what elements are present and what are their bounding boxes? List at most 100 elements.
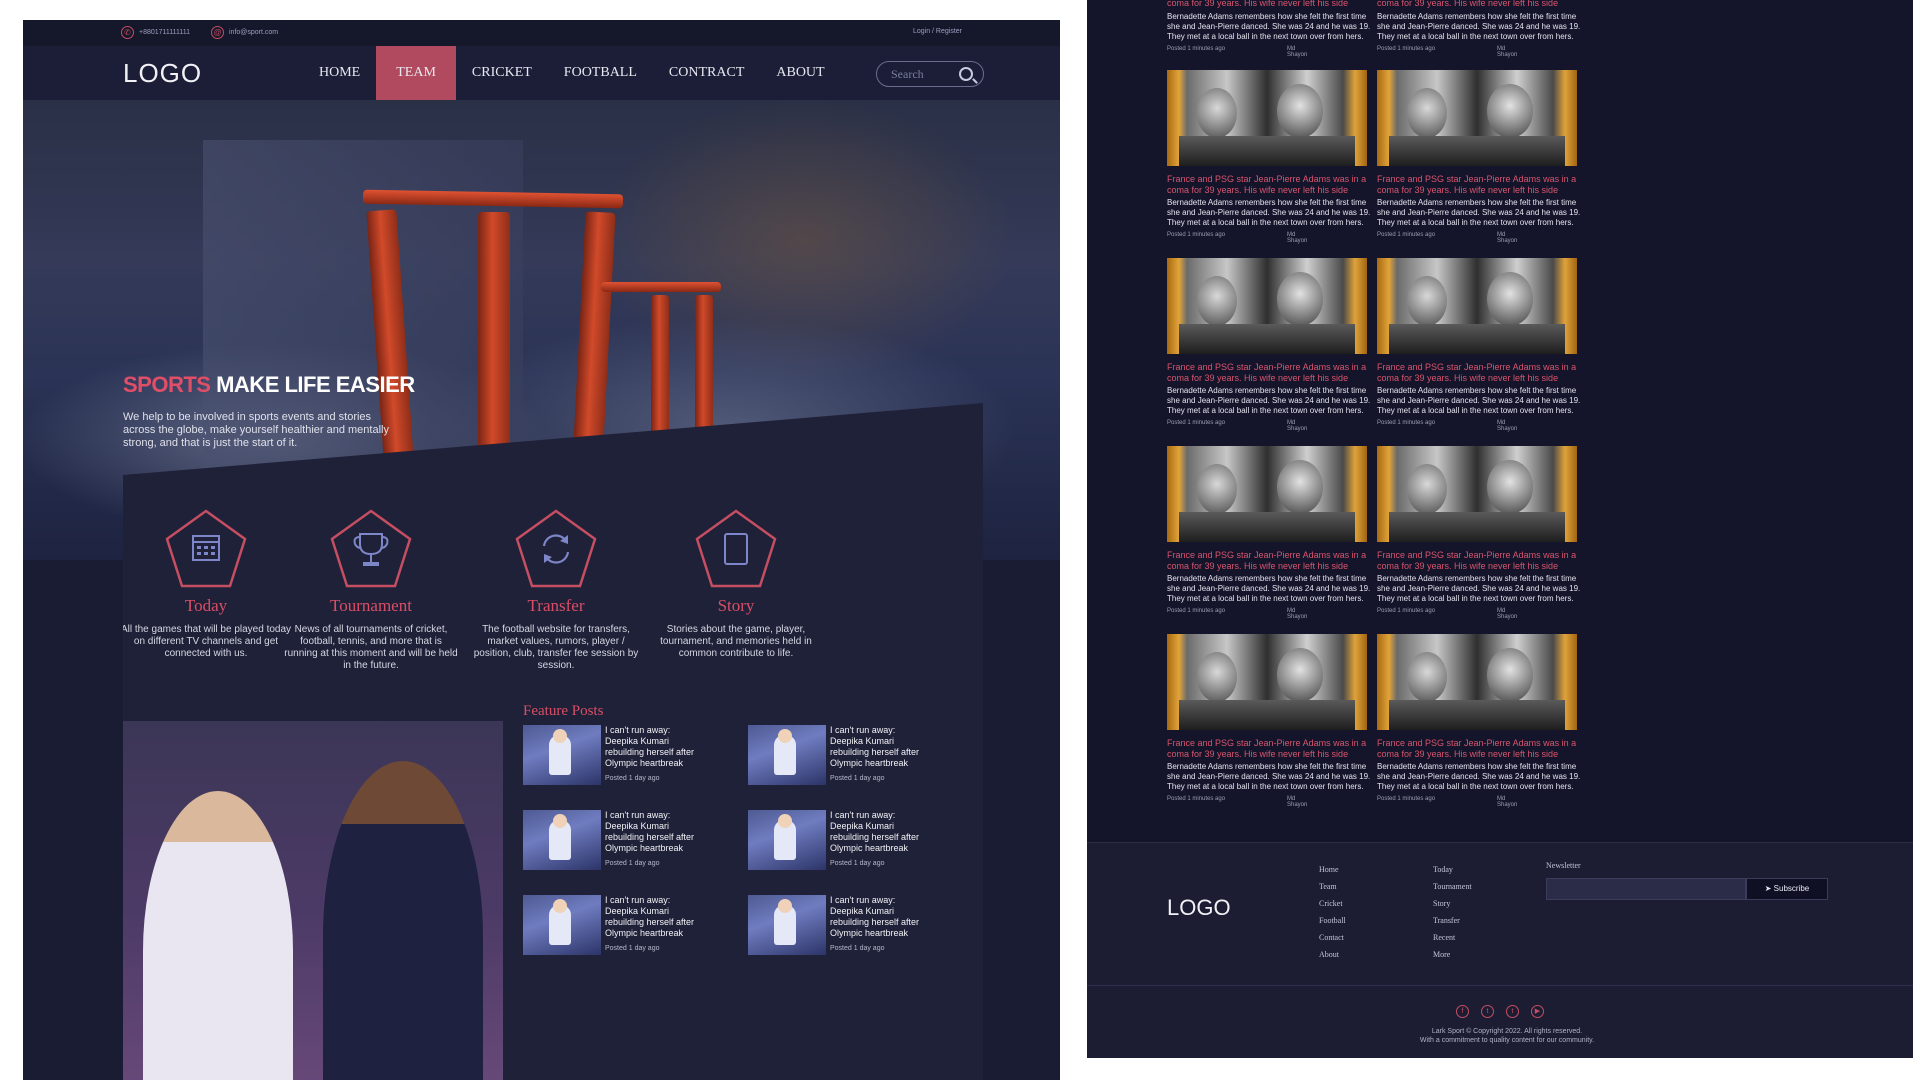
player-white-kit: [143, 791, 293, 1080]
nav-item-football[interactable]: FOOTBALL: [548, 46, 653, 100]
footer-link-home[interactable]: Home: [1319, 861, 1346, 878]
feature-post-item[interactable]: I can't run away: Deepika Kumari rebuild…: [748, 895, 928, 965]
youtube-icon[interactable]: ▶: [1531, 1005, 1544, 1018]
news-description: Bernadette Adams remembers how she felt …: [1167, 762, 1371, 791]
top-contact-bar: ✆ +8801711111111 @ info@sport.com Login …: [23, 20, 1060, 46]
news-title: France and PSG star Jean-Pierre Adams wa…: [1377, 362, 1577, 383]
footer-link-recent[interactable]: Recent: [1433, 929, 1472, 946]
subscribe-label: Subscribe: [1773, 884, 1810, 893]
footer-link-more[interactable]: More: [1433, 946, 1472, 963]
twitter-icon[interactable]: t: [1506, 1005, 1519, 1018]
archer-head: [553, 899, 567, 913]
mail-icon: @: [211, 26, 224, 39]
feature-post-item[interactable]: I can't run away: Deepika Kumari rebuild…: [748, 810, 928, 880]
photo-shadow: [1389, 136, 1565, 166]
site-footer: LOGO Home Team Cricket Football Contact About…: [1087, 842, 1913, 1058]
photo-figure-left: [1197, 652, 1237, 702]
nav-item-team[interactable]: TEAM: [376, 46, 456, 100]
search-placeholder: Search: [891, 67, 924, 81]
footer-link-team[interactable]: Team: [1319, 878, 1346, 895]
news-title: France and PSG star Jean-Pierre Adams wa…: [1377, 550, 1577, 571]
feature-post-item[interactable]: I can't run away: Deepika Kumari rebuild…: [523, 810, 703, 880]
news-photo: [1167, 446, 1367, 542]
post-time: Posted 1 day ago: [605, 945, 660, 952]
player-dark-kit: [323, 761, 483, 1080]
feature-post-item[interactable]: I can't run away: Deepika Kumari rebuild…: [523, 895, 703, 965]
post-title: I can't run away: Deepika Kumari rebuild…: [830, 895, 920, 938]
hero-title-rest: MAKE LIFE EASIER: [216, 372, 415, 397]
feature-post-item[interactable]: I can't run away: Deepika Kumari rebuild…: [748, 725, 928, 795]
feature-description: Stories about the game, player, tourname…: [660, 624, 812, 659]
news-author: Md Shayon: [1497, 232, 1518, 244]
newsletter-email-input[interactable]: [1546, 878, 1746, 900]
news-photo: [1377, 634, 1577, 730]
photo-figure-left: [1197, 88, 1237, 138]
calendar-icon: [163, 508, 249, 590]
nav-item-about[interactable]: ABOUT: [760, 46, 840, 100]
main-navbar: LOGO HOME TEAM CRICKET FOOTBALL CONTRACT ABOU…: [23, 46, 1060, 100]
login-register-link[interactable]: Login / Register: [913, 28, 962, 35]
stump-middle: [478, 212, 510, 472]
footer-link-about[interactable]: About: [1319, 946, 1346, 963]
feature-story[interactable]: Story Stories about the game, player, to…: [641, 508, 831, 660]
footer-logo[interactable]: LOGO: [1167, 895, 1231, 921]
archer-head: [778, 814, 792, 828]
email-contact[interactable]: @ info@sport.com: [211, 26, 278, 39]
news-photo: [1167, 634, 1367, 730]
nav-item-contract[interactable]: CONTRACT: [653, 46, 760, 100]
news-time: Posted 1 minutes ago: [1167, 232, 1226, 238]
feature-tournament[interactable]: Tournament News of all tournaments of cr…: [276, 508, 466, 672]
search-icon[interactable]: [959, 67, 973, 81]
footer-link-football[interactable]: Football: [1319, 912, 1346, 929]
news-title: France and PSG star Jean-Pierre Adams wa…: [1377, 738, 1577, 759]
nav-item-home[interactable]: HOME: [303, 46, 376, 100]
phone-icon: ✆: [121, 26, 134, 39]
phone-contact[interactable]: ✆ +8801711111111: [121, 26, 190, 39]
feature-post-item[interactable]: I can't run away: Deepika Kumari rebuild…: [523, 725, 703, 795]
footer-link-contact[interactable]: Contact: [1319, 929, 1346, 946]
news-description: Bernadette Adams remembers how she felt …: [1377, 198, 1581, 227]
news-time: Posted 1 minutes ago: [1377, 46, 1436, 52]
news-meta: Posted 1 minutes ago Md Shayon: [1377, 232, 1517, 244]
feature-title: Story: [717, 596, 755, 615]
footer-link-today[interactable]: Today: [1433, 861, 1472, 878]
news-time: Posted 1 minutes ago: [1167, 796, 1226, 802]
nav-item-cricket[interactable]: CRICKET: [456, 46, 548, 100]
news-title: coma for 39 years. His wife never left h…: [1167, 0, 1349, 8]
content-panel: Today All the games that will be played …: [123, 403, 983, 1080]
photo-shadow: [1389, 512, 1565, 542]
news-photo: [1377, 70, 1577, 166]
footer-link-transfer[interactable]: Transfer: [1433, 912, 1472, 929]
photo-shadow: [1179, 136, 1355, 166]
post-title: I can't run away: Deepika Kumari rebuild…: [605, 810, 695, 853]
post-time: Posted 1 day ago: [830, 860, 885, 867]
featured-players-photo[interactable]: [123, 721, 503, 1080]
search-box[interactable]: Search: [876, 61, 984, 87]
footer-link-story[interactable]: Story: [1433, 895, 1472, 912]
photo-figure-left: [1407, 652, 1447, 702]
footer-link-tournament[interactable]: Tournament: [1433, 878, 1472, 895]
post-time: Posted 1 day ago: [605, 775, 660, 782]
news-description: Bernadette Adams remembers how she felt …: [1167, 386, 1371, 415]
news-title: France and PSG star Jean-Pierre Adams wa…: [1167, 550, 1367, 571]
photo-figure-right: [1487, 648, 1533, 702]
twitter-icon[interactable]: t: [1481, 1005, 1494, 1018]
feature-today[interactable]: Today All the games that will be played …: [123, 508, 301, 660]
photo-shadow: [1179, 512, 1355, 542]
subscribe-button[interactable]: ➤ Subscribe: [1746, 878, 1828, 900]
footer-link-cricket[interactable]: Cricket: [1319, 895, 1346, 912]
feature-description: The football website for transfers, mark…: [473, 624, 639, 671]
photo-shadow: [1179, 700, 1355, 730]
news-photo: [1167, 258, 1367, 354]
archer-head: [553, 729, 567, 743]
news-time: Posted 1 minutes ago: [1167, 608, 1226, 614]
site-logo[interactable]: LOGO: [123, 58, 202, 89]
photo-figure-left: [1197, 464, 1237, 514]
feature-transfer[interactable]: Transfer The football website for transf…: [461, 508, 651, 672]
facebook-icon[interactable]: f: [1456, 1005, 1469, 1018]
photo-figure-right: [1277, 460, 1323, 514]
send-icon: ➤: [1764, 884, 1774, 893]
news-author: Md Shayon: [1287, 796, 1308, 808]
email-address: info@sport.com: [229, 29, 279, 36]
photo-figure-right: [1487, 84, 1533, 138]
